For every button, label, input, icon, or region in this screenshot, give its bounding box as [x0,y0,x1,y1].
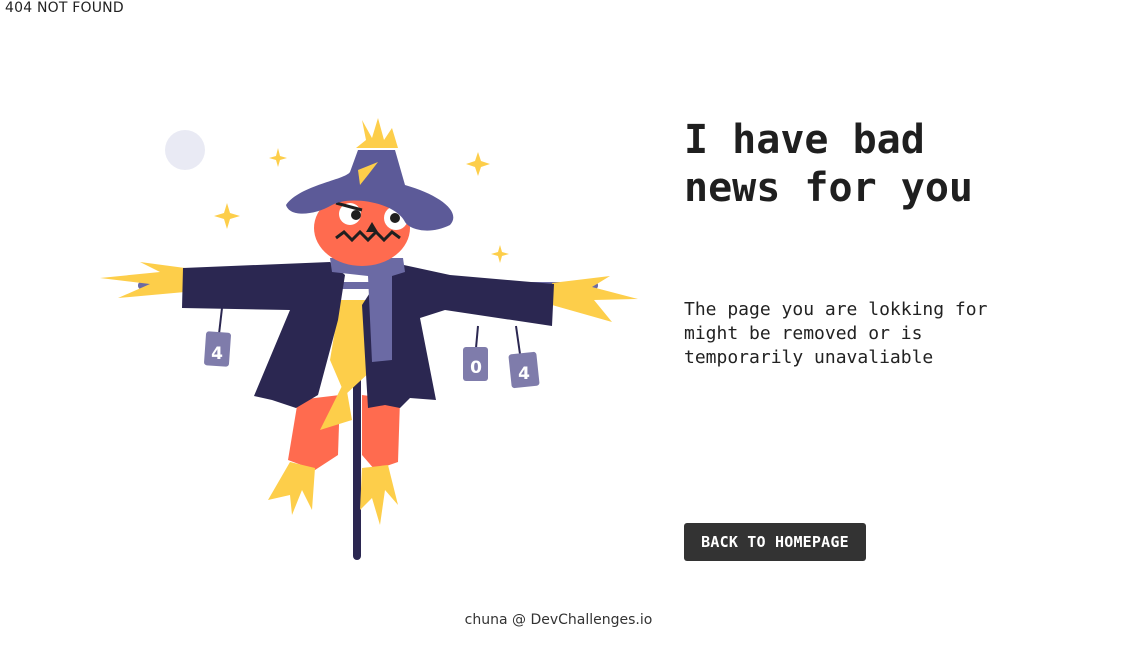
footer-credit: chuna @ DevChallenges.io [464,612,653,628]
can-digit: 4 [211,344,223,364]
error-description: The page you are lokking for might be re… [684,299,988,368]
scarecrow-illustration: 4 0 4 [100,118,638,560]
can-digit: 0 [470,358,482,378]
can-digit: 4 [518,364,530,384]
pole-shape [353,370,361,560]
back-to-homepage-button[interactable]: BACK TO HOMEPAGE [684,523,866,561]
headline: I have bad news for you [684,117,973,211]
moon-shape [165,130,205,170]
brand-title: 404 NOT FOUND [5,0,124,16]
